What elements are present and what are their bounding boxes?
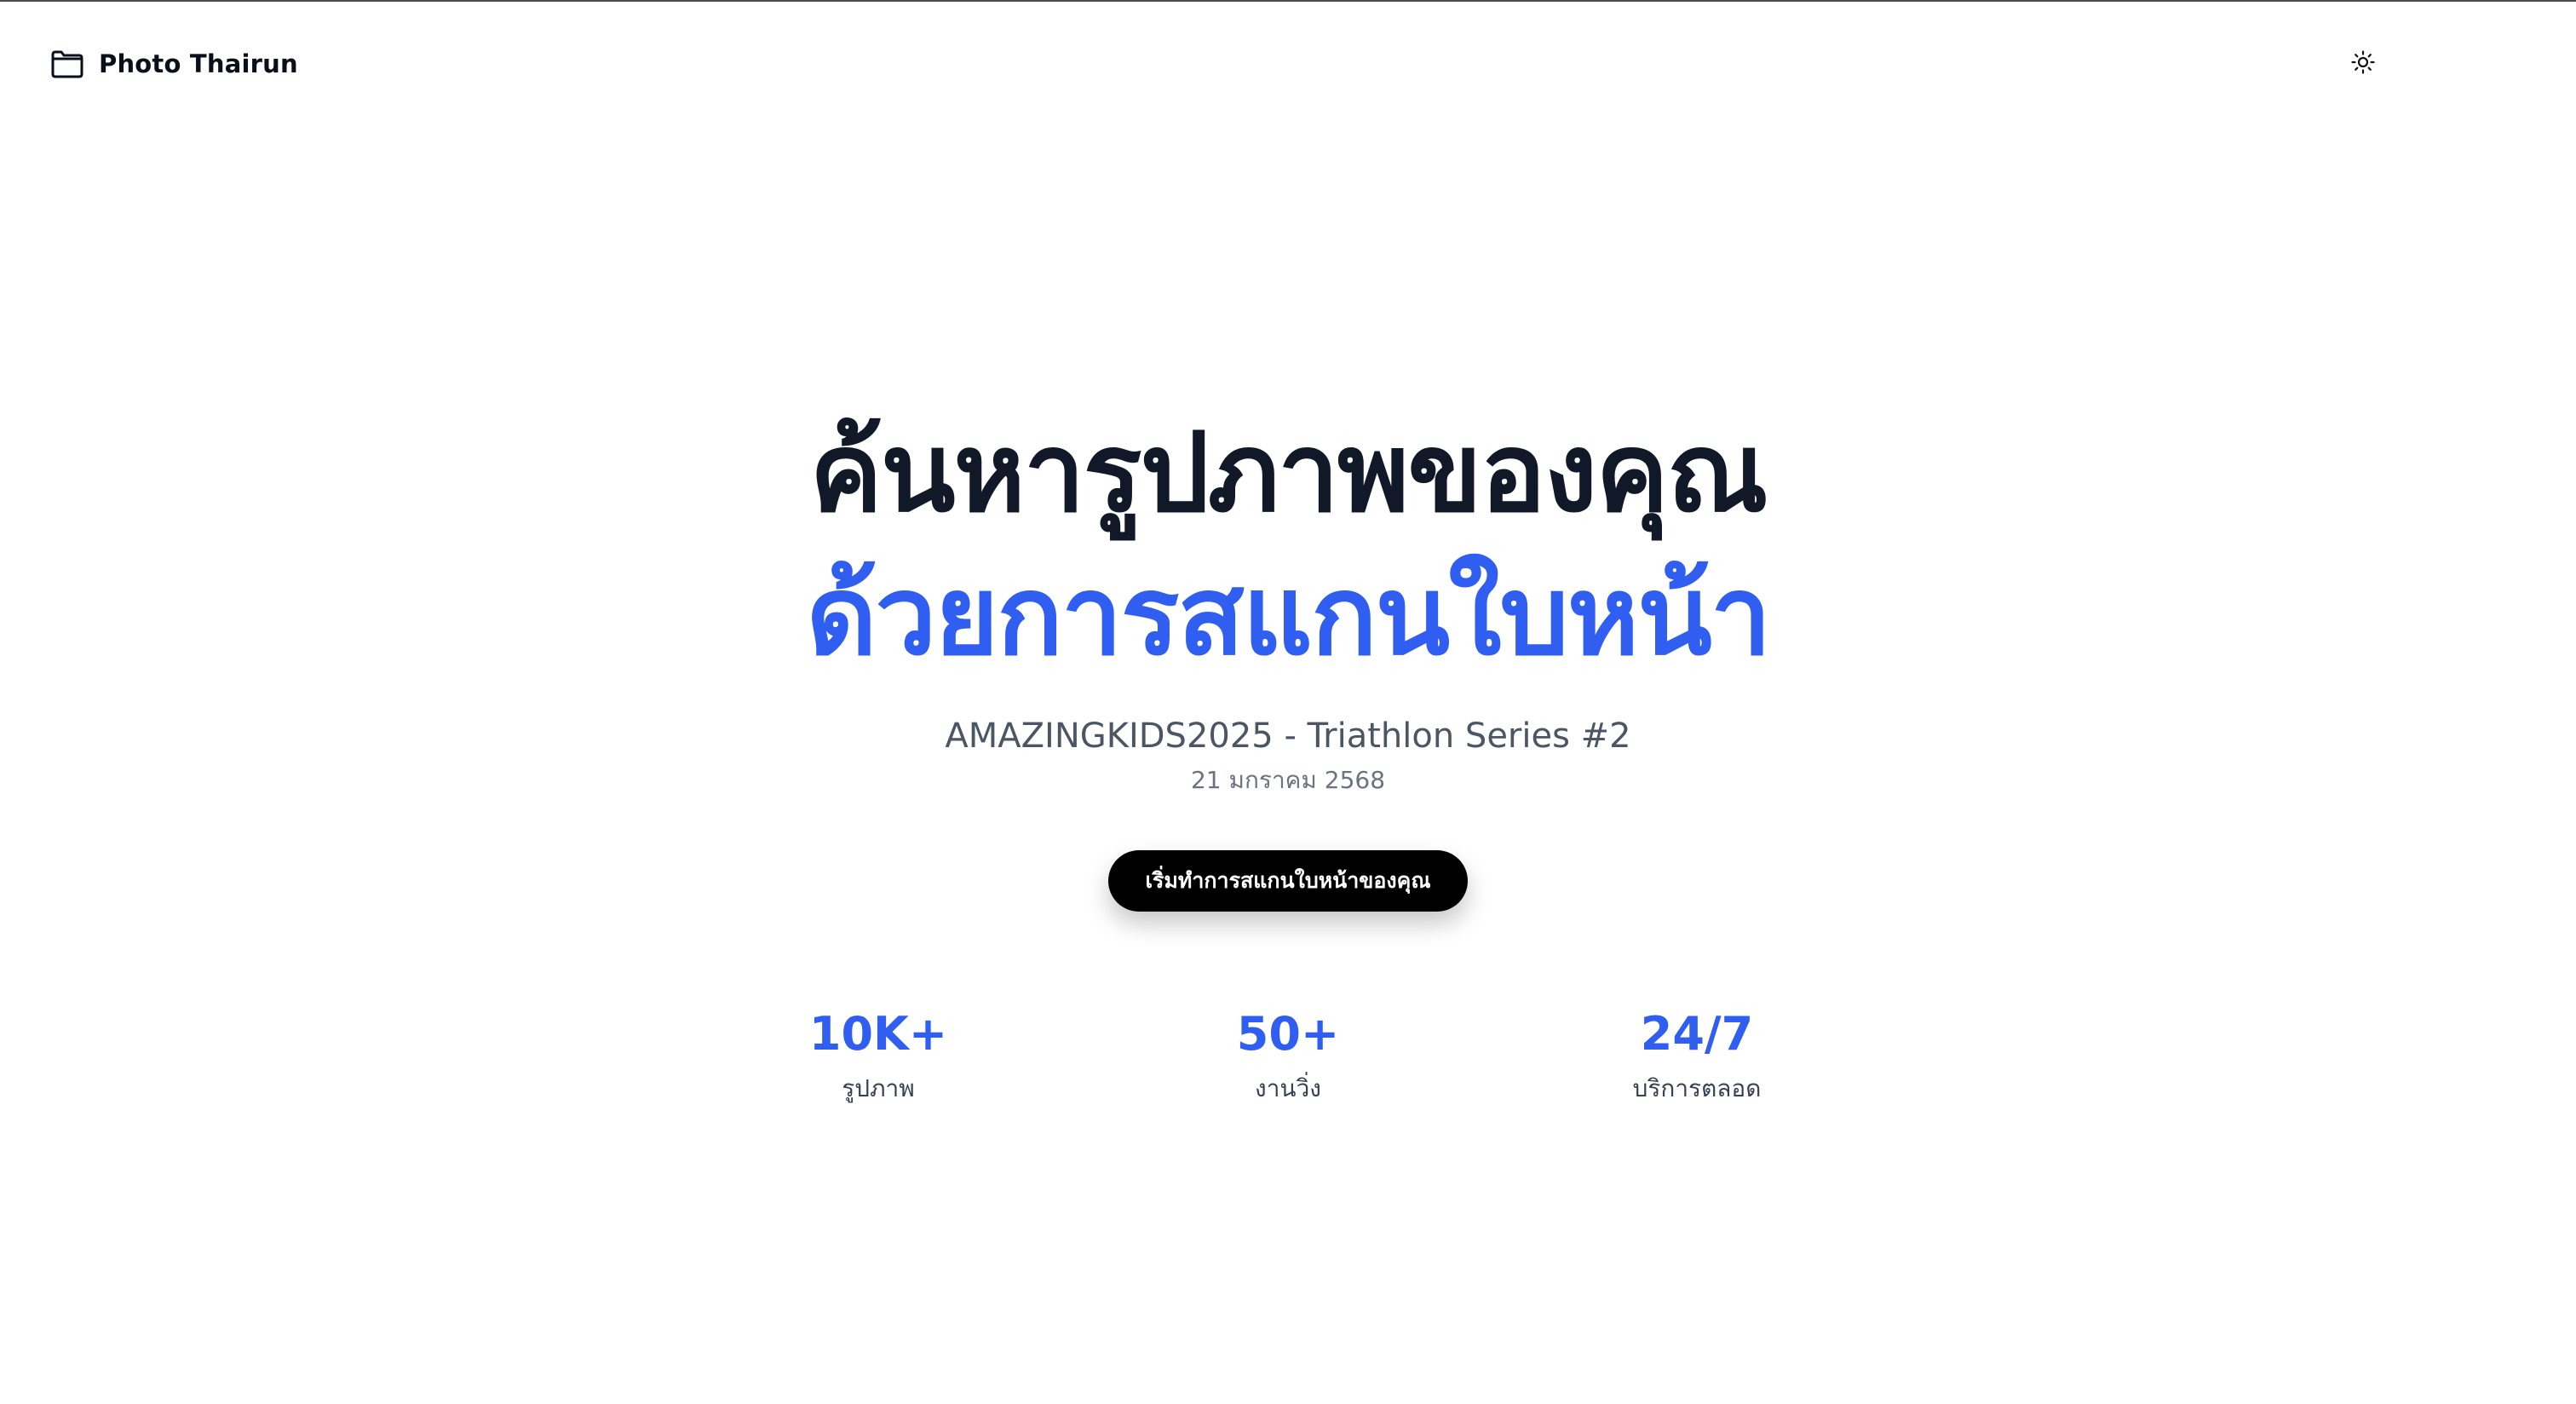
start-face-scan-button[interactable]: เริ่มทำการสแกนใบหน้าของคุณ	[1108, 850, 1468, 912]
sun-icon	[2350, 49, 2376, 78]
stat-label: บริการตลอด	[1632, 1074, 1762, 1102]
stat-value: 10K+	[808, 1007, 948, 1061]
stat-label: งานวิ่ง	[1255, 1074, 1321, 1102]
hero-title-primary: ค้นหารูปภาพของคุณ	[809, 410, 1768, 537]
hero-section: ค้นหารูปภาพของคุณ ด้วยการสแกนใบหน้า	[0, 402, 2576, 688]
event-date: 21 มกราคม 2568	[1190, 766, 1386, 794]
page: Photo Thairun ค้นหารูปภาพของคุณ ด้วยการส…	[0, 0, 2576, 1404]
top-header: Photo Thairun	[0, 2, 2576, 126]
brand-name: Photo Thairun	[99, 49, 298, 78]
stat-photos: 10K+ รูปภาพ	[750, 1000, 1006, 1108]
stat-events: 50+ งานวิ่ง	[1160, 1000, 1416, 1108]
cta-container: เริ่มทำการสแกนใบหน้าของคุณ	[0, 850, 2576, 912]
stats-section: 10K+ รูปภาพ 50+ งานวิ่ง 24/7 บริการตลอด	[0, 1000, 2576, 1119]
brand-logo-link[interactable]: Photo Thairun	[49, 44, 298, 83]
theme-toggle-button[interactable]	[2349, 49, 2378, 78]
hero-title-accent: ด้วยการสแกนใบหน้า	[806, 553, 1771, 680]
folder-icon	[49, 48, 85, 80]
event-name: AMAZINGKIDS2025 - Triathlon Series #2	[945, 716, 1631, 756]
stat-value: 24/7	[1640, 1007, 1754, 1061]
stat-service: 24/7 บริการตลอด	[1569, 1000, 1825, 1108]
stat-label: รูปภาพ	[842, 1074, 915, 1102]
stat-value: 50+	[1236, 1007, 1340, 1061]
